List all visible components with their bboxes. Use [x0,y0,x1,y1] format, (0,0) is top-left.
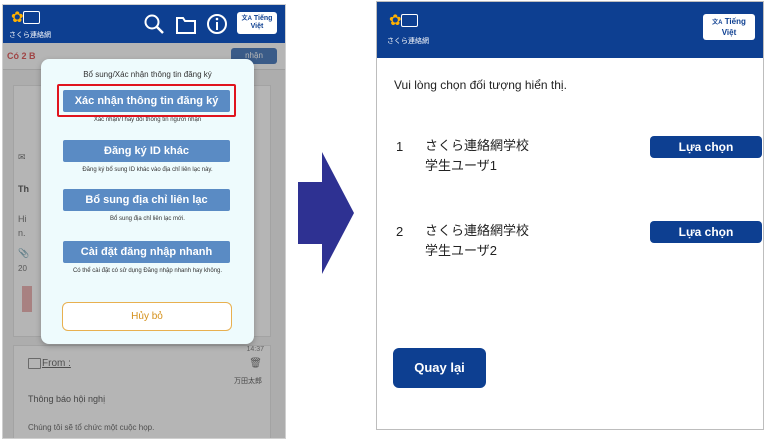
right-screen: ✿ さくら連絡網 文A Tiếng Việt Vui lòng chọn đối… [376,1,764,430]
register-other-id-desc: Đăng ký bổ sung ID khác vào địa chỉ liên… [82,167,213,173]
flower-icon: ✿ [389,12,402,29]
school-name: さくら連絡網学校 [425,138,530,153]
logo-text: さくら連絡網 [9,32,51,39]
confirm-registration-desc: Xác nhận/Thay đổi thông tin người nhận [93,117,202,123]
translate-icon: 文A [241,16,252,22]
register-other-id-button[interactable]: Đăng ký ID khác [63,140,230,162]
highlight-box [57,84,236,117]
registration-modal: Bổ sung/Xác nhận thông tin đăng ký Xác n… [41,59,254,344]
select-button-1[interactable]: Lựa chọn [650,136,762,158]
quick-login-button[interactable]: Cài đặt đăng nhập nhanh [63,241,230,263]
option-name: さくら連絡網学校 学生ユーザ2 [425,221,529,261]
option-number: 2 [396,224,404,239]
app-logo: ✿ さくら連絡網 [9,9,51,39]
select-button-2[interactable]: Lựa chọn [650,221,762,243]
language-button[interactable]: 文A Tiếng Việt [237,12,277,34]
option-name: さくら連絡網学校 学生ユーザ1 [425,136,529,176]
school-name: さくら連絡網学校 [425,223,530,238]
select-prompt: Vui lòng chọn đối tượng hiển thị. [394,78,567,92]
user-name: 学生ユーザ2 [425,243,497,258]
add-contact-button[interactable]: Bổ sung địa chỉ liên lạc [63,189,230,211]
back-button[interactable]: Quay lại [393,348,486,388]
info-icon[interactable] [206,13,228,35]
app-logo: ✿ さくら連絡網 [387,12,429,45]
app-header: ✿ さくら連絡網 文A Tiếng Việt [377,2,763,58]
language-label-2: Việt [250,23,264,30]
add-contact-desc: Bổ sung địa chỉ liên lạc mới. [110,216,185,222]
language-label-1: Tiếng [724,17,746,26]
envelope-icon [23,11,40,24]
language-label-2: Việt [721,28,737,37]
language-button[interactable]: 文A Tiếng Việt [703,14,755,40]
cancel-button[interactable]: Hủy bỏ [62,302,232,331]
arrow-right-icon [298,152,354,274]
envelope-icon [401,14,418,27]
user-name: 学生ユーザ1 [425,158,497,173]
option-number: 1 [396,139,404,154]
flower-icon: ✿ [11,9,24,26]
folder-icon[interactable] [175,13,197,35]
quick-login-desc: Có thể cài đặt có sử dụng Đăng nhập nhan… [72,268,223,274]
language-label-1: Tiếng [253,15,273,22]
logo-text: さくら連絡網 [387,38,429,45]
app-header: ✿ さくら連絡網 文A Tiếng Việt [3,5,285,43]
modal-title: Bổ sung/Xác nhận thông tin đăng ký [83,70,212,79]
left-screen: ✿ さくら連絡網 文A Tiếng Việt Có 2 B nhận ✉ Th … [2,4,286,439]
translate-icon: 文A [712,20,723,26]
search-icon[interactable] [143,13,165,35]
